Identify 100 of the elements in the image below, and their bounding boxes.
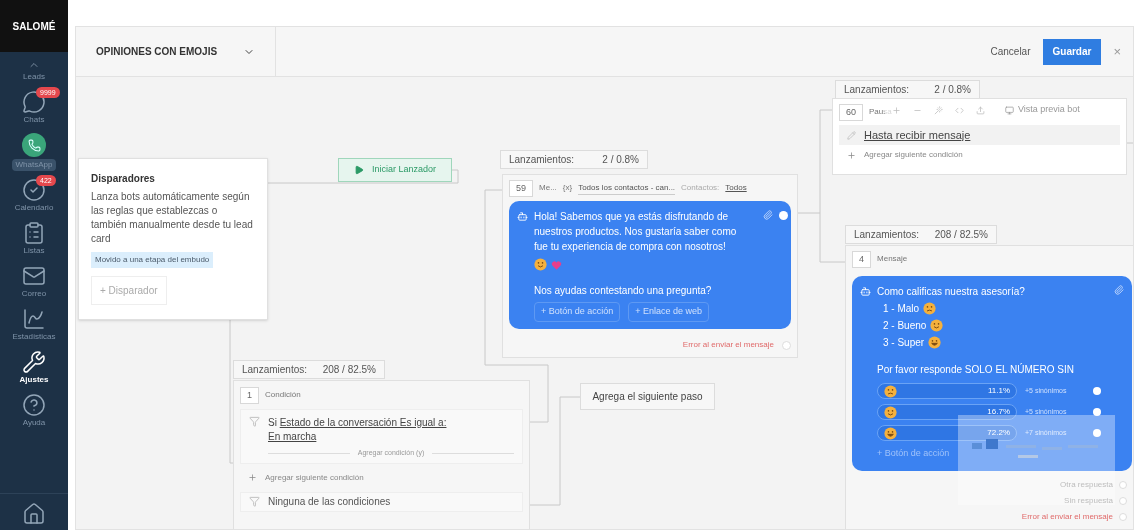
emoji-icon xyxy=(534,258,547,271)
mail-icon xyxy=(22,264,46,288)
condition-row[interactable]: Hasta recibir mensaje xyxy=(839,125,1120,145)
output-handle[interactable] xyxy=(782,340,791,350)
output-handle[interactable] xyxy=(1093,429,1101,437)
emoji-icon xyxy=(923,302,937,315)
condition-text: Si Estado de la conversación Es igual a: En marcha xyxy=(268,416,448,444)
answer-share: 72.2% xyxy=(987,427,1010,439)
message-question: Nos ayudas contestando una pregunta? xyxy=(534,284,712,298)
help-icon xyxy=(22,393,46,417)
answer-pill[interactable]: 16.7% xyxy=(877,404,1017,420)
step-type: Mensaje xyxy=(877,253,908,265)
nav-label: WhatsApp xyxy=(11,159,57,171)
nav-item[interactable]: Listas xyxy=(0,221,68,257)
condition-row[interactable]: Ninguna de las condiciones xyxy=(240,491,523,512)
add-condition-link[interactable]: Agregar siguiente condición xyxy=(265,471,364,484)
upload-icon[interactable] xyxy=(976,105,985,115)
phone-icon xyxy=(22,133,46,157)
minimap[interactable] xyxy=(958,415,1115,505)
nav-label: Listas xyxy=(23,245,45,257)
launch-value: 208 / 82.5% xyxy=(322,363,376,377)
nav-item[interactable]: Estadísticas xyxy=(0,307,68,343)
attachment-icon[interactable] xyxy=(1114,285,1124,295)
step-type: Me... xyxy=(539,182,557,194)
bot-title: OPINIONES CON EMOJIS xyxy=(96,45,218,59)
nav-label: Chats xyxy=(23,114,45,126)
zoom-in-icon[interactable] xyxy=(892,105,901,115)
message-prompt: Por favor responde SOLO EL NÚMERO SIN xyxy=(877,362,1074,377)
message-text: Hola! Sabemos que ya estás disfrutando de nuestros productos. Nos gustaría saber como fue tu experiencia de compra con nosotros! xyxy=(534,210,738,254)
launch-label: Lanzamientos: xyxy=(509,153,575,167)
nav-label: Calendario xyxy=(14,202,54,214)
cancel-button[interactable]: Cancelar xyxy=(990,44,1031,59)
emoji-icon xyxy=(928,336,942,349)
save-button[interactable]: Guardar xyxy=(1042,38,1102,65)
filter-icon xyxy=(249,496,260,507)
home-icon xyxy=(22,502,46,526)
attachment-icon[interactable] xyxy=(763,210,773,220)
add-trigger-button[interactable]: + Disparador xyxy=(91,276,167,305)
nav-label: Ayuda xyxy=(22,417,46,429)
contacts-value[interactable]: Todos xyxy=(725,182,747,194)
wand-icon[interactable] xyxy=(934,105,943,115)
answer-share: 11.1% xyxy=(987,385,1010,397)
chart-icon xyxy=(22,307,46,331)
nav-label: Correo xyxy=(21,288,47,300)
start-button[interactable]: Iniciar Lanzador xyxy=(338,158,452,182)
output-handle[interactable] xyxy=(1093,408,1101,416)
nav-item[interactable]: Ayuda xyxy=(0,393,68,429)
emoji-icon xyxy=(884,426,897,440)
heart-icon xyxy=(551,260,562,271)
card-description: Lanza bots automáticamente según las reglas que establezcas o también manualmente desde tu lead card xyxy=(91,190,254,246)
option-text: 1 - Malo xyxy=(883,302,920,316)
launch-value: 208 / 82.5% xyxy=(934,228,988,242)
nav-item[interactable]: Correo xyxy=(0,264,68,300)
nav-label: Estadísticas xyxy=(12,331,56,343)
condition-text: Ninguna de las condiciones xyxy=(268,495,391,509)
logo: SALOMÉ xyxy=(12,19,56,34)
nav-item[interactable]: Leads xyxy=(0,59,68,83)
step-number: 4 xyxy=(852,250,871,268)
step-type: Condición xyxy=(265,389,301,401)
launch-label: Lanzamientos: xyxy=(844,83,910,97)
output-handle[interactable] xyxy=(1093,387,1101,395)
next-step-button[interactable]: Agrega el siguiente paso xyxy=(580,383,715,410)
code-icon[interactable] xyxy=(955,105,964,115)
launch-value: 2 / 0.8% xyxy=(934,83,971,97)
emoji-icon xyxy=(884,384,897,398)
option-text: 2 - Bueno xyxy=(883,319,927,333)
nav-item[interactable] xyxy=(0,493,68,526)
launch-label: Lanzamientos: xyxy=(242,363,308,377)
answer-share: 16.7% xyxy=(987,406,1010,418)
error-label: Error al enviar el mensaje xyxy=(682,339,774,351)
card-title: Disparadores xyxy=(91,172,155,186)
launch-label: Lanzamientos: xyxy=(854,228,920,242)
nav-item[interactable]: WhatsApp xyxy=(0,133,68,171)
clipboard-icon xyxy=(22,221,46,245)
error-label: Error al enviar el mensaje xyxy=(1021,511,1113,523)
step-number: 60 xyxy=(839,103,863,121)
emoji-icon xyxy=(930,319,944,332)
monitor-icon xyxy=(1005,105,1014,115)
add-condition-link[interactable]: Agregar siguiente condición xyxy=(864,149,963,161)
emoji-icon xyxy=(884,405,897,419)
bot-icon xyxy=(517,211,528,222)
add-bubble-button[interactable]: + Enlace de web xyxy=(628,302,710,322)
pencil-icon xyxy=(847,130,856,140)
play-icon xyxy=(353,165,364,175)
condition-text: Hasta recibir mensaje xyxy=(864,127,971,143)
filter-icon xyxy=(249,416,260,427)
step-number: 59 xyxy=(509,179,533,197)
nav-item[interactable]: Ajustes xyxy=(0,350,68,386)
output-handle[interactable] xyxy=(779,211,788,220)
plus-icon xyxy=(847,150,856,160)
answer-pill[interactable]: 11.1% xyxy=(877,383,1017,399)
variable-label: {x} xyxy=(562,182,573,194)
bot-icon xyxy=(860,286,871,297)
close-button[interactable]: × xyxy=(1113,41,1121,62)
plus-icon xyxy=(248,473,257,482)
launch-value: 2 / 0.8% xyxy=(602,153,639,167)
nav-label: Ajustes xyxy=(19,374,49,386)
answer-pill[interactable]: 72.2% xyxy=(877,425,1017,441)
add-bubble-button[interactable]: + Botón de acción xyxy=(534,302,621,322)
trigger-tag[interactable]: Movido a una etapa del embudo xyxy=(91,252,214,268)
